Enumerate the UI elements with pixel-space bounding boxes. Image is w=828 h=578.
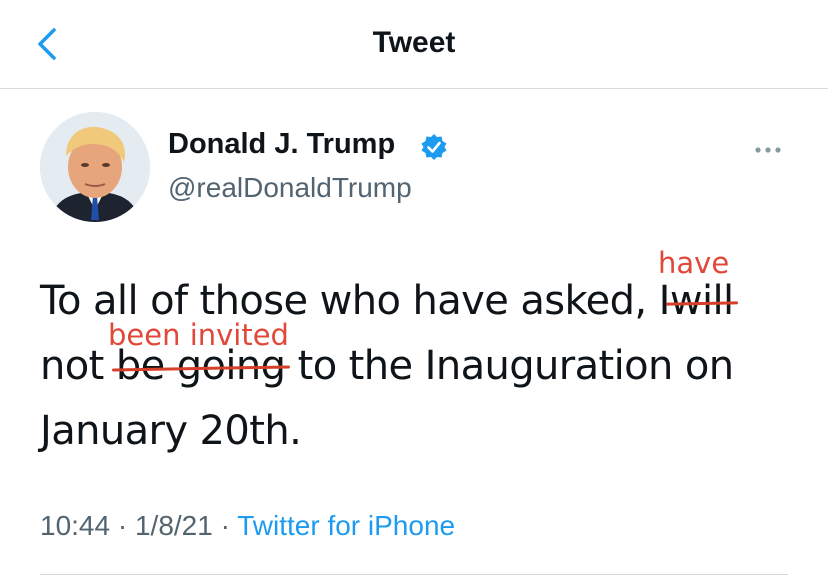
tweet-text-line-2: not be going to the Inauguration on xyxy=(40,343,800,389)
struck-phrase-be-going: be going xyxy=(115,343,286,389)
author-name[interactable]: Donald J. Trump xyxy=(168,128,395,161)
tweet-text-segment: to the Inauguration on xyxy=(297,343,735,389)
struck-word-will: will xyxy=(669,278,734,324)
meta-separator: · xyxy=(220,510,230,541)
tweet-metadata: 10:44 · 1/8/21 · Twitter for iPhone xyxy=(40,510,455,542)
page-title: Tweet xyxy=(372,26,456,59)
tweet-date: 1/8/21 xyxy=(134,510,213,541)
tweet-text-line-1: To all of those who have asked, Iwill xyxy=(40,278,800,324)
handwritten-annotation-have: have xyxy=(658,246,730,280)
verified-badge-icon xyxy=(420,133,448,161)
tweet-text-segment: not xyxy=(40,343,104,389)
avatar[interactable] xyxy=(40,112,150,222)
tweet-source-link[interactable]: Twitter for iPhone xyxy=(237,510,455,541)
meta-separator: · xyxy=(117,510,128,541)
tweet-text-line-3: January 20th. xyxy=(40,408,302,454)
author-handle[interactable]: @realDonaldTrump xyxy=(168,172,412,204)
top-bar: Tweet xyxy=(0,0,828,89)
avatar-portrait xyxy=(40,112,150,222)
divider xyxy=(40,574,788,575)
tweet-text-segment: To all of those who have asked, I xyxy=(40,278,670,324)
tweet-time: 10:44 xyxy=(40,510,111,541)
more-horizontal-icon xyxy=(755,147,781,153)
more-options-button[interactable] xyxy=(750,140,790,160)
